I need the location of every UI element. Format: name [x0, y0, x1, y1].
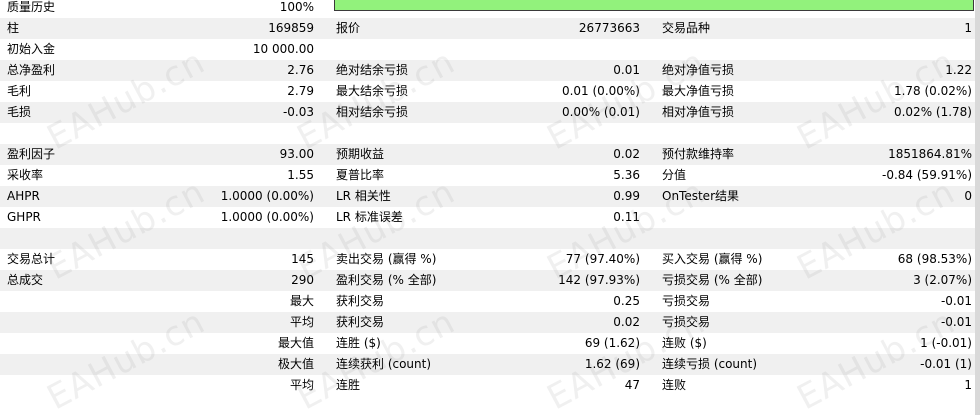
- value-col1: 2.76: [287, 63, 314, 77]
- label-col1: 盈利因子: [7, 147, 56, 161]
- stats-row: 最大 获利交易 0.25 亏损交易 -0.01: [0, 291, 975, 312]
- value-col2: 0.01: [613, 63, 640, 77]
- value-col1: 最大: [289, 294, 314, 308]
- value-col2: 77 (97.40%): [565, 252, 640, 266]
- scrollbar-edge[interactable]: [975, 0, 980, 415]
- value-col3: [780, 207, 972, 228]
- value-col3: -0.84 (59.91%): [882, 168, 972, 182]
- value-col3: -0.01: [940, 315, 972, 329]
- history-quality-row: 质量历史 100%: [0, 0, 975, 18]
- value-col1: 2.79: [287, 84, 314, 98]
- value-col3: 68 (98.53%): [897, 252, 972, 266]
- value-col1: 145: [291, 252, 314, 266]
- value-col2: 0.02: [613, 315, 640, 329]
- value-col1: 1.55: [287, 168, 314, 182]
- value-col1: 平均: [289, 315, 314, 329]
- value-col3: -0.01 (1): [920, 357, 972, 371]
- backtest-report: 质量历史 100% 柱 169859 报价 26773663 交易品种 1 初始入金 10 0…: [0, 0, 980, 418]
- stats-row: [0, 123, 975, 144]
- value-col2: 0.01 (0.00%): [561, 84, 640, 98]
- stats-row: 交易总计 145 卖出交易 (赢得 %) 77 (97.40%) 买入交易 (赢得 %)…: [0, 249, 975, 270]
- value-col3: 1851864.81%: [888, 147, 972, 161]
- stats-row: 总成交 290 盈利交易 (% 全部) 142 (97.93%) 亏损交易 (% 全部)…: [0, 270, 975, 291]
- value-col3: [780, 228, 972, 249]
- stats-row: 柱 169859 报价 26773663 交易品种 1: [0, 18, 975, 39]
- stats-row: 采收率 1.55 夏普比率 5.36 分值 -0.84 (59.91%): [0, 165, 975, 186]
- label-col1: [7, 333, 147, 354]
- stats-row: 极大值 连续获利 (count) 1.62 (69) 连续亏损 (count) -0.0…: [0, 354, 975, 375]
- value-col3: 1.22: [945, 63, 972, 77]
- value-col1: 极大值: [277, 357, 314, 371]
- value-col1: 1.0000 (0.00%): [220, 189, 314, 203]
- value-col1: 169859: [268, 21, 314, 35]
- value-col3: [780, 123, 972, 144]
- label-col1: [7, 228, 147, 249]
- stats-row: GHPR 1.0000 (0.00%) LR 标准误差 0.11: [0, 207, 975, 228]
- value-col2: 142 (97.93%): [558, 273, 640, 287]
- value-col1: 93.00: [279, 147, 314, 161]
- value-col3: 1: [964, 21, 972, 35]
- value-col2: 0.02: [613, 147, 640, 161]
- value-col1: -0.03: [282, 105, 314, 119]
- value-col2: [470, 228, 640, 249]
- value-col3: 1: [964, 378, 972, 392]
- value-col3: [780, 39, 972, 60]
- value-col3: 1.78 (0.02%): [893, 84, 972, 98]
- value-col2: 0.99: [613, 189, 640, 203]
- stats-row: 平均 连胜 47 连败 1: [0, 375, 975, 396]
- value-col2: 5.36: [613, 168, 640, 182]
- value-col3: -0.01: [940, 294, 972, 308]
- value-col2: 69 (1.62): [584, 336, 640, 350]
- value-col2: [470, 123, 640, 144]
- value-col3: 0: [964, 189, 972, 203]
- history-quality-label: 质量历史: [7, 0, 56, 14]
- value-col3: 3 (2.07%): [913, 273, 972, 287]
- value-col1: 290: [291, 273, 314, 287]
- value-col1: 平均: [289, 378, 314, 392]
- value-col3: 0.02% (1.78): [893, 105, 972, 119]
- value-col1: 10 000.00: [252, 42, 314, 56]
- value-col1: 最大值: [277, 336, 314, 350]
- label-col1: AHPR: [7, 189, 40, 203]
- stats-row: [0, 228, 975, 249]
- label-col1: 总成交: [7, 273, 44, 287]
- value-col2: 47: [624, 378, 640, 392]
- label-col1: [7, 312, 147, 333]
- value-col2: 0.00% (0.01): [561, 105, 640, 119]
- value-col2: 0.25: [613, 294, 640, 308]
- value-col2: 1.62 (69): [584, 357, 640, 371]
- value-col2: 26773663: [578, 21, 640, 35]
- stats-row: 毛利 2.79 最大结余亏损 0.01 (0.00%) 最大净值亏损 1.78 (0.02…: [0, 81, 975, 102]
- value-col3: 1 (-0.01): [920, 336, 972, 350]
- value-col1: [150, 123, 314, 144]
- stats-row: 总净盈利 2.76 绝对结余亏损 0.01 绝对净值亏损 1.22: [0, 60, 975, 81]
- label-col1: [7, 354, 147, 375]
- stats-row: 最大值 连胜 ($) 69 (1.62) 连败 ($) 1 (-0.01): [0, 333, 975, 354]
- label-col1: [7, 123, 147, 144]
- history-quality-bar: [334, 0, 974, 11]
- label-col1: 总净盈利: [7, 63, 56, 77]
- label-col1: [7, 375, 147, 396]
- value-col2: [470, 39, 640, 60]
- label-col1: 毛损: [7, 105, 32, 119]
- label-col1: 柱: [7, 21, 20, 35]
- history-quality-value: 100%: [279, 0, 314, 14]
- label-col1: 初始入金: [7, 42, 56, 56]
- stats-row: 盈利因子 93.00 预期收益 0.02 预付款维持率 1851864.81%: [0, 144, 975, 165]
- label-col1: 采收率: [7, 168, 44, 182]
- stats-row: 毛损 -0.03 相对结余亏损 0.00% (0.01) 相对净值亏损 0.02% (1.…: [0, 102, 975, 123]
- label-col1: [7, 291, 147, 312]
- stats-row: 初始入金 10 000.00: [0, 39, 975, 60]
- stats-row: AHPR 1.0000 (0.00%) LR 相关性 0.99 OnTester结果 0: [0, 186, 975, 207]
- value-col2: 0.11: [613, 210, 640, 224]
- value-col1: [150, 228, 314, 249]
- label-col1: 交易总计: [7, 252, 56, 266]
- value-col1: 1.0000 (0.00%): [220, 210, 314, 224]
- label-col1: 毛利: [7, 84, 32, 98]
- label-col1: GHPR: [7, 210, 41, 224]
- stats-row: 平均 获利交易 0.02 亏损交易 -0.01: [0, 312, 975, 333]
